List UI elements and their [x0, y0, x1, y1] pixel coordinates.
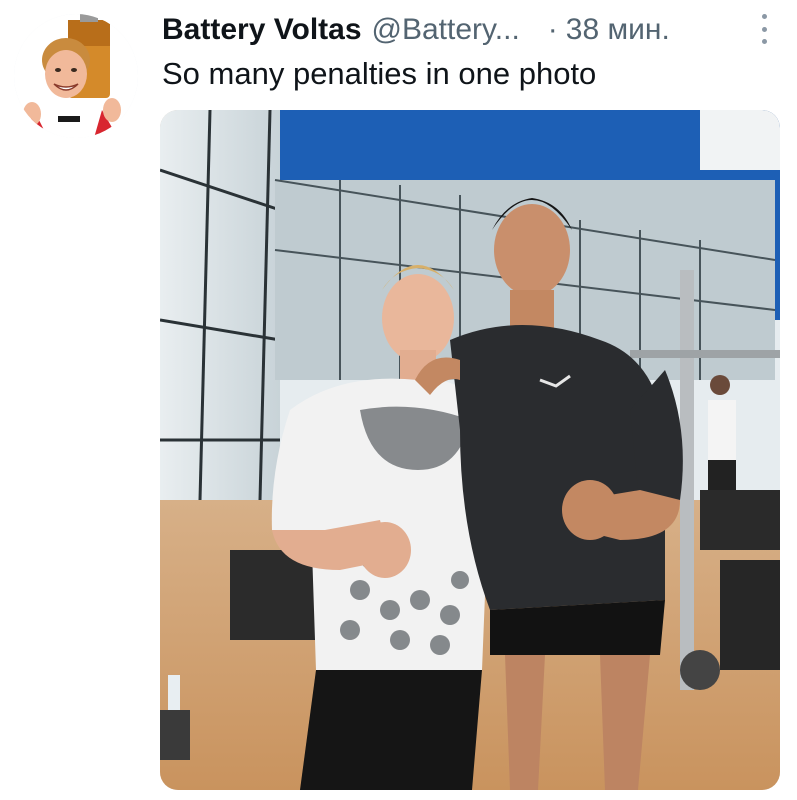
ellipsis-dot	[761, 26, 767, 32]
tweet-media[interactable]	[160, 110, 780, 790]
author-avatar[interactable]	[14, 14, 138, 138]
tweet-text: So many penalties in one photo	[162, 56, 597, 91]
tweet[interactable]: Battery Voltas @Battery... · 38 мин. So …	[0, 0, 797, 800]
tweet-header: Battery Voltas @Battery... · 38 мин.	[162, 10, 787, 50]
author-handle[interactable]: @Battery...	[372, 13, 520, 47]
vertical-ellipsis-icon[interactable]	[757, 14, 771, 44]
ellipsis-dot	[761, 14, 767, 19]
gym-photo	[160, 110, 780, 790]
separator-dot: ·	[547, 13, 558, 46]
ellipsis-dot	[761, 39, 767, 44]
avatar-image	[14, 14, 138, 138]
author-name[interactable]: Battery Voltas	[162, 13, 362, 47]
tweet-timestamp[interactable]: 38 мин.	[566, 13, 670, 47]
